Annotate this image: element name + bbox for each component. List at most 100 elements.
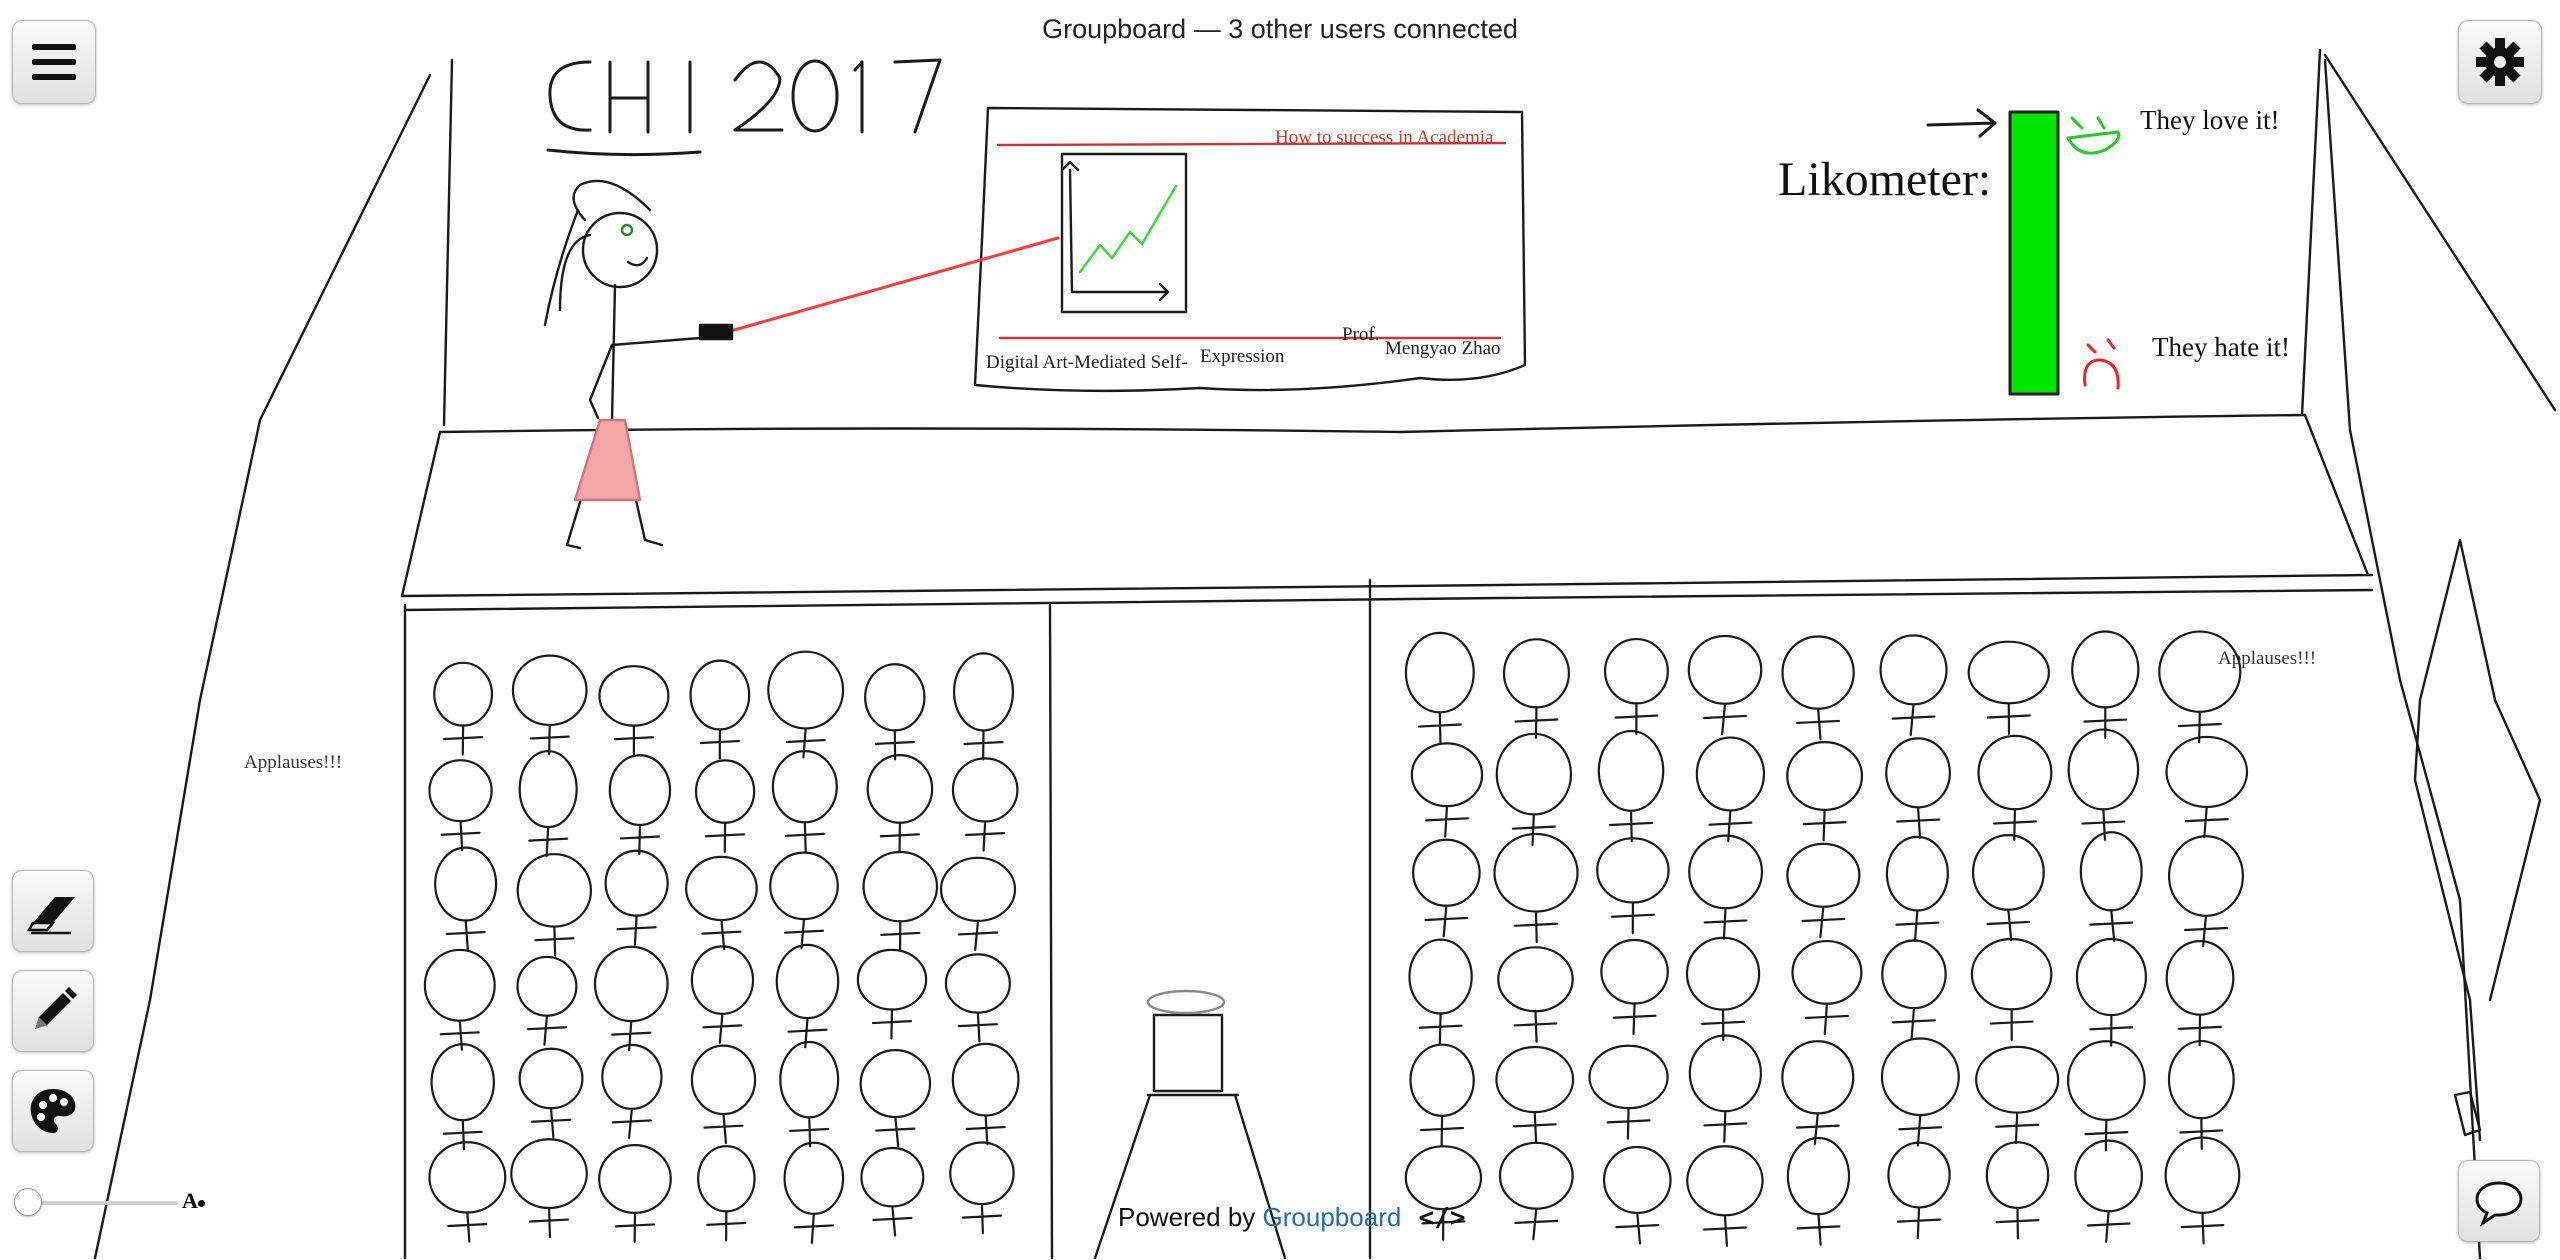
audience-head: [1885, 737, 1951, 809]
audience-head: [1686, 1145, 1764, 1217]
drawing-canvas[interactable]: [0, 0, 2560, 1260]
likometer-label: Likometer:: [1778, 153, 1992, 206]
audience-body: [1986, 908, 2031, 942]
slide-footer-mid-text: Expression: [1200, 346, 1285, 367]
audience-head: [2075, 937, 2147, 1017]
audience-body: [1513, 1010, 1558, 1043]
audience-body: [1801, 905, 1846, 939]
audience-body: [2179, 1117, 2224, 1150]
aisle-line-1: [1048, 603, 1054, 1260]
audience-head: [1967, 640, 2050, 705]
audience-head: [1975, 1045, 2060, 1114]
groupboard-link[interactable]: Groupboard: [1263, 1202, 1402, 1232]
audience-body: [872, 1205, 913, 1237]
audience-head: [1881, 939, 1947, 1010]
audience-body: [1796, 707, 1841, 741]
applause-left-text: Applauses!!!: [244, 752, 343, 773]
audience-head: [598, 1144, 672, 1214]
eraser-button[interactable]: [12, 870, 94, 952]
audience-head: [860, 1146, 925, 1208]
audience-head: [1786, 842, 1861, 908]
audience-head: [2071, 630, 2140, 709]
audience-head: [433, 661, 494, 727]
audience-body: [963, 729, 1004, 761]
connection-status: Groupboard — 3 other users connected: [1042, 14, 1518, 44]
audience-head: [2066, 1040, 2146, 1122]
menu-button[interactable]: [12, 20, 96, 104]
palette-icon: [30, 1089, 76, 1133]
audience-head: [939, 856, 1017, 923]
audience-body: [784, 821, 825, 853]
audience-body: [2089, 909, 2134, 942]
chi-2017-heading: [546, 58, 942, 157]
audience-head: [952, 652, 1015, 732]
audience-head: [2167, 835, 2244, 917]
audience-body: [529, 723, 570, 756]
audience-head: [1781, 635, 1855, 710]
audience-head: [769, 851, 839, 921]
audience-head: [1977, 734, 2053, 811]
audience-body: [1424, 904, 1469, 938]
audience-body: [1896, 806, 1941, 839]
audience-body: [1609, 809, 1654, 843]
audience-head: [779, 1040, 840, 1119]
audience-head: [1588, 1044, 1669, 1110]
audience-body: [706, 1210, 747, 1242]
audience-body: [445, 919, 486, 951]
audience-body: [443, 724, 484, 756]
audience-head: [1497, 946, 1574, 1013]
audience-head: [949, 1141, 1015, 1206]
audience-body: [1995, 1206, 2040, 1240]
audience-body: [447, 1211, 488, 1243]
audience-head: [1685, 936, 1761, 1011]
audience-head: [1786, 741, 1864, 812]
settings-button[interactable]: [2458, 20, 2542, 104]
audience-head: [1493, 832, 1579, 913]
audience-head: [1404, 631, 1475, 714]
audience-body: [1795, 1112, 1840, 1145]
embed-code-icon[interactable]: </>: [1419, 1203, 1466, 1233]
audience-body: [957, 1011, 998, 1043]
chat-button[interactable]: [2458, 1160, 2540, 1242]
audience-body: [530, 1107, 572, 1139]
slide-footer-name-text: Mengyao Zhao: [1385, 338, 1501, 359]
slide-footer-prof-text: Prof.: [1342, 324, 1380, 345]
audience-head: [1502, 638, 1570, 709]
right-back-wall: [2300, 48, 2322, 417]
audience-head: [690, 1044, 757, 1116]
audience-head: [518, 750, 578, 829]
audience-body: [1606, 1107, 1651, 1140]
audience-body: [879, 821, 921, 853]
audience-head: [862, 850, 939, 923]
audience-body: [1891, 1007, 1936, 1040]
audience-head: [1687, 634, 1763, 705]
audience-body: [1895, 909, 1940, 943]
audience-head: [864, 663, 926, 732]
audience-head: [428, 1141, 507, 1214]
audience-body: [1891, 703, 1936, 736]
audience-head: [685, 855, 758, 922]
slider-track[interactable]: [28, 1201, 178, 1205]
left-back-wall: [442, 58, 454, 427]
pencil-button[interactable]: [12, 970, 94, 1052]
palette-button[interactable]: [12, 1070, 94, 1152]
audience-body: [616, 914, 657, 946]
size-label: A: [182, 1188, 198, 1213]
audience-head: [1404, 1145, 1483, 1211]
eraser-icon: [26, 897, 75, 935]
brush-size-slider[interactable]: A: [10, 1188, 210, 1218]
audience-body: [1615, 1211, 1660, 1245]
audience-body: [526, 1014, 568, 1046]
audience-head: [1879, 634, 1948, 706]
audience-body: [611, 1107, 653, 1139]
audience-body: [2081, 808, 2126, 841]
audience-head: [423, 948, 496, 1022]
slider-thumb[interactable]: [14, 1188, 42, 1216]
audience-head: [518, 1047, 584, 1110]
audience-head: [1791, 939, 1863, 1005]
audience-head: [866, 754, 934, 824]
audience-body: [1420, 1114, 1465, 1148]
gear-icon: [2476, 38, 2524, 86]
audience-head: [1695, 736, 1766, 812]
audience-body: [528, 825, 569, 858]
